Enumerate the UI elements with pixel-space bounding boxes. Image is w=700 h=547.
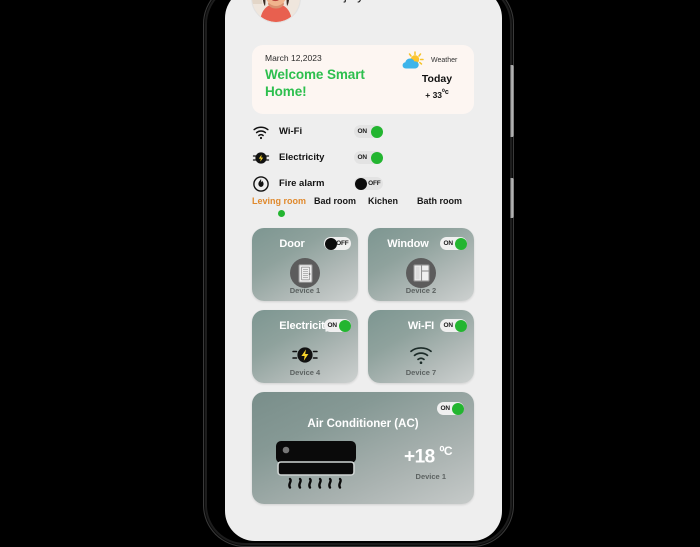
quick-toggle-state-electricity: ON <box>357 153 368 161</box>
air-conditioner-icon <box>274 440 374 492</box>
welcome-title: Welcome Smart Home! <box>265 67 365 99</box>
device-toggle-door[interactable]: OFF <box>324 237 351 255</box>
room-active-indicator <box>278 210 285 217</box>
window-icon <box>406 258 436 288</box>
screenshot-root: Hello julys! March 12,2023 Welcome Smart… <box>0 0 700 547</box>
quick-toggle-state-fire-alarm: OFF <box>368 179 381 187</box>
device-state-wifi: ON <box>443 321 454 329</box>
toggle-knob <box>354 177 367 190</box>
device-card-door[interactable]: Door OFF Device 1 <box>252 228 358 301</box>
air-conditioner-temperature-unit: ⁰C <box>439 444 453 458</box>
avatar[interactable] <box>252 0 300 22</box>
toggle-knob <box>370 125 383 138</box>
phone-side-button-upper[interactable] <box>510 65 514 137</box>
electricity-plug-icon <box>290 340 320 370</box>
room-tab-bath-room[interactable]: Bath room <box>417 196 462 206</box>
device-card-title-air-conditioner: Air Conditioner (AC) <box>307 418 419 430</box>
device-card-window[interactable]: Window ON Device 2 <box>368 228 474 301</box>
sun-behind-cloud-icon <box>402 51 428 71</box>
quick-toggle-row-wifi[interactable]: Wi-Fi ON <box>252 121 474 145</box>
device-card-wifi[interactable]: Wi-FI ON Device 7 <box>368 310 474 383</box>
quick-toggle-state-wifi: ON <box>357 127 368 135</box>
quick-toggle-label-fire-alarm: Fire alarm <box>279 178 325 189</box>
device-state-door: OFF <box>336 239 349 247</box>
quick-toggle-switch-electricity[interactable]: ON <box>354 151 383 169</box>
room-tab-leving-room[interactable]: Leving room <box>252 196 306 206</box>
room-tabs: Leving room Bad room Kichen Bath room <box>252 196 482 222</box>
device-card-label-wifi: Device 7 <box>405 368 437 377</box>
today-temperature-unit: ⁰c <box>442 89 449 96</box>
room-tab-bad-room[interactable]: Bad room <box>314 196 356 206</box>
greeting-text: Hello julys! <box>310 0 374 3</box>
device-card-label-door: Device 1 <box>289 286 321 295</box>
room-tab-kichen[interactable]: Kichen <box>368 196 398 206</box>
quick-toggle-row-fire-alarm[interactable]: Fire alarm OFF <box>252 173 474 197</box>
air-conditioner-temperature: +18 ⁰C <box>404 444 453 468</box>
device-toggle-electricity[interactable]: ON <box>324 319 351 337</box>
device-card-label-electricity: Device 4 <box>289 368 321 377</box>
fire-alarm-icon <box>252 175 270 193</box>
device-state-electricity: ON <box>327 321 338 329</box>
quick-toggle-label-electricity: Electricity <box>279 152 325 163</box>
today-temperature: + 33⁰c <box>407 88 467 100</box>
quick-toggle-label-wifi: Wi-Fi <box>279 126 303 137</box>
device-grid: Door OFF Device 1 Window ON Device 2 Ele… <box>252 228 474 504</box>
toggle-knob <box>370 151 383 164</box>
quick-toggle-switch-wifi[interactable]: ON <box>354 125 383 143</box>
quick-toggle-row-electricity[interactable]: Electricity ON <box>252 147 474 171</box>
device-state-air-conditioner: ON <box>440 404 451 412</box>
weather-label: Weather <box>431 57 458 64</box>
device-card-electricity[interactable]: Electricity ON Device 4 <box>252 310 358 383</box>
toggle-knob <box>451 402 464 415</box>
air-conditioner-temperature-value: +18 <box>404 446 435 468</box>
greeting-bar: Hello julys! <box>225 0 502 36</box>
wifi-icon <box>252 123 270 141</box>
user-avatar-photo <box>252 0 300 22</box>
device-row-1: Door OFF Device 1 Window ON Device 2 <box>252 228 474 301</box>
electricity-plug-icon <box>252 149 270 167</box>
phone-screen: Hello julys! March 12,2023 Welcome Smart… <box>225 0 502 541</box>
device-card-label-air-conditioner: Device 1 <box>415 472 446 481</box>
today-label: Today <box>421 73 453 85</box>
phone-side-button-lower[interactable] <box>510 178 514 218</box>
toggle-knob <box>324 237 337 250</box>
welcome-card: March 12,2023 Welcome Smart Home! Weathe… <box>252 45 474 114</box>
device-toggle-window[interactable]: ON <box>440 237 467 255</box>
today-weather-block: Today + 33⁰c <box>407 73 467 100</box>
welcome-date: March 12,2023 <box>265 53 322 63</box>
device-state-window: ON <box>443 239 454 247</box>
quick-toggles-list: Wi-Fi ON Electricity ON Fire alarm OFF <box>252 121 474 199</box>
quick-toggle-switch-fire-alarm[interactable]: OFF <box>354 177 383 195</box>
door-icon <box>290 258 320 288</box>
device-card-label-window: Device 2 <box>405 286 437 295</box>
today-temperature-value: + 33 <box>425 89 443 100</box>
wifi-icon <box>406 340 436 370</box>
device-row-2: Electricity ON Device 4 Wi-FI ON Device … <box>252 310 474 383</box>
toggle-knob <box>338 319 351 332</box>
device-toggle-wifi[interactable]: ON <box>440 319 467 337</box>
toggle-knob <box>454 319 467 332</box>
device-card-air-conditioner[interactable]: ON Air Conditioner (AC) +18 ⁰C Device 1 <box>252 392 474 504</box>
toggle-knob <box>454 237 467 250</box>
